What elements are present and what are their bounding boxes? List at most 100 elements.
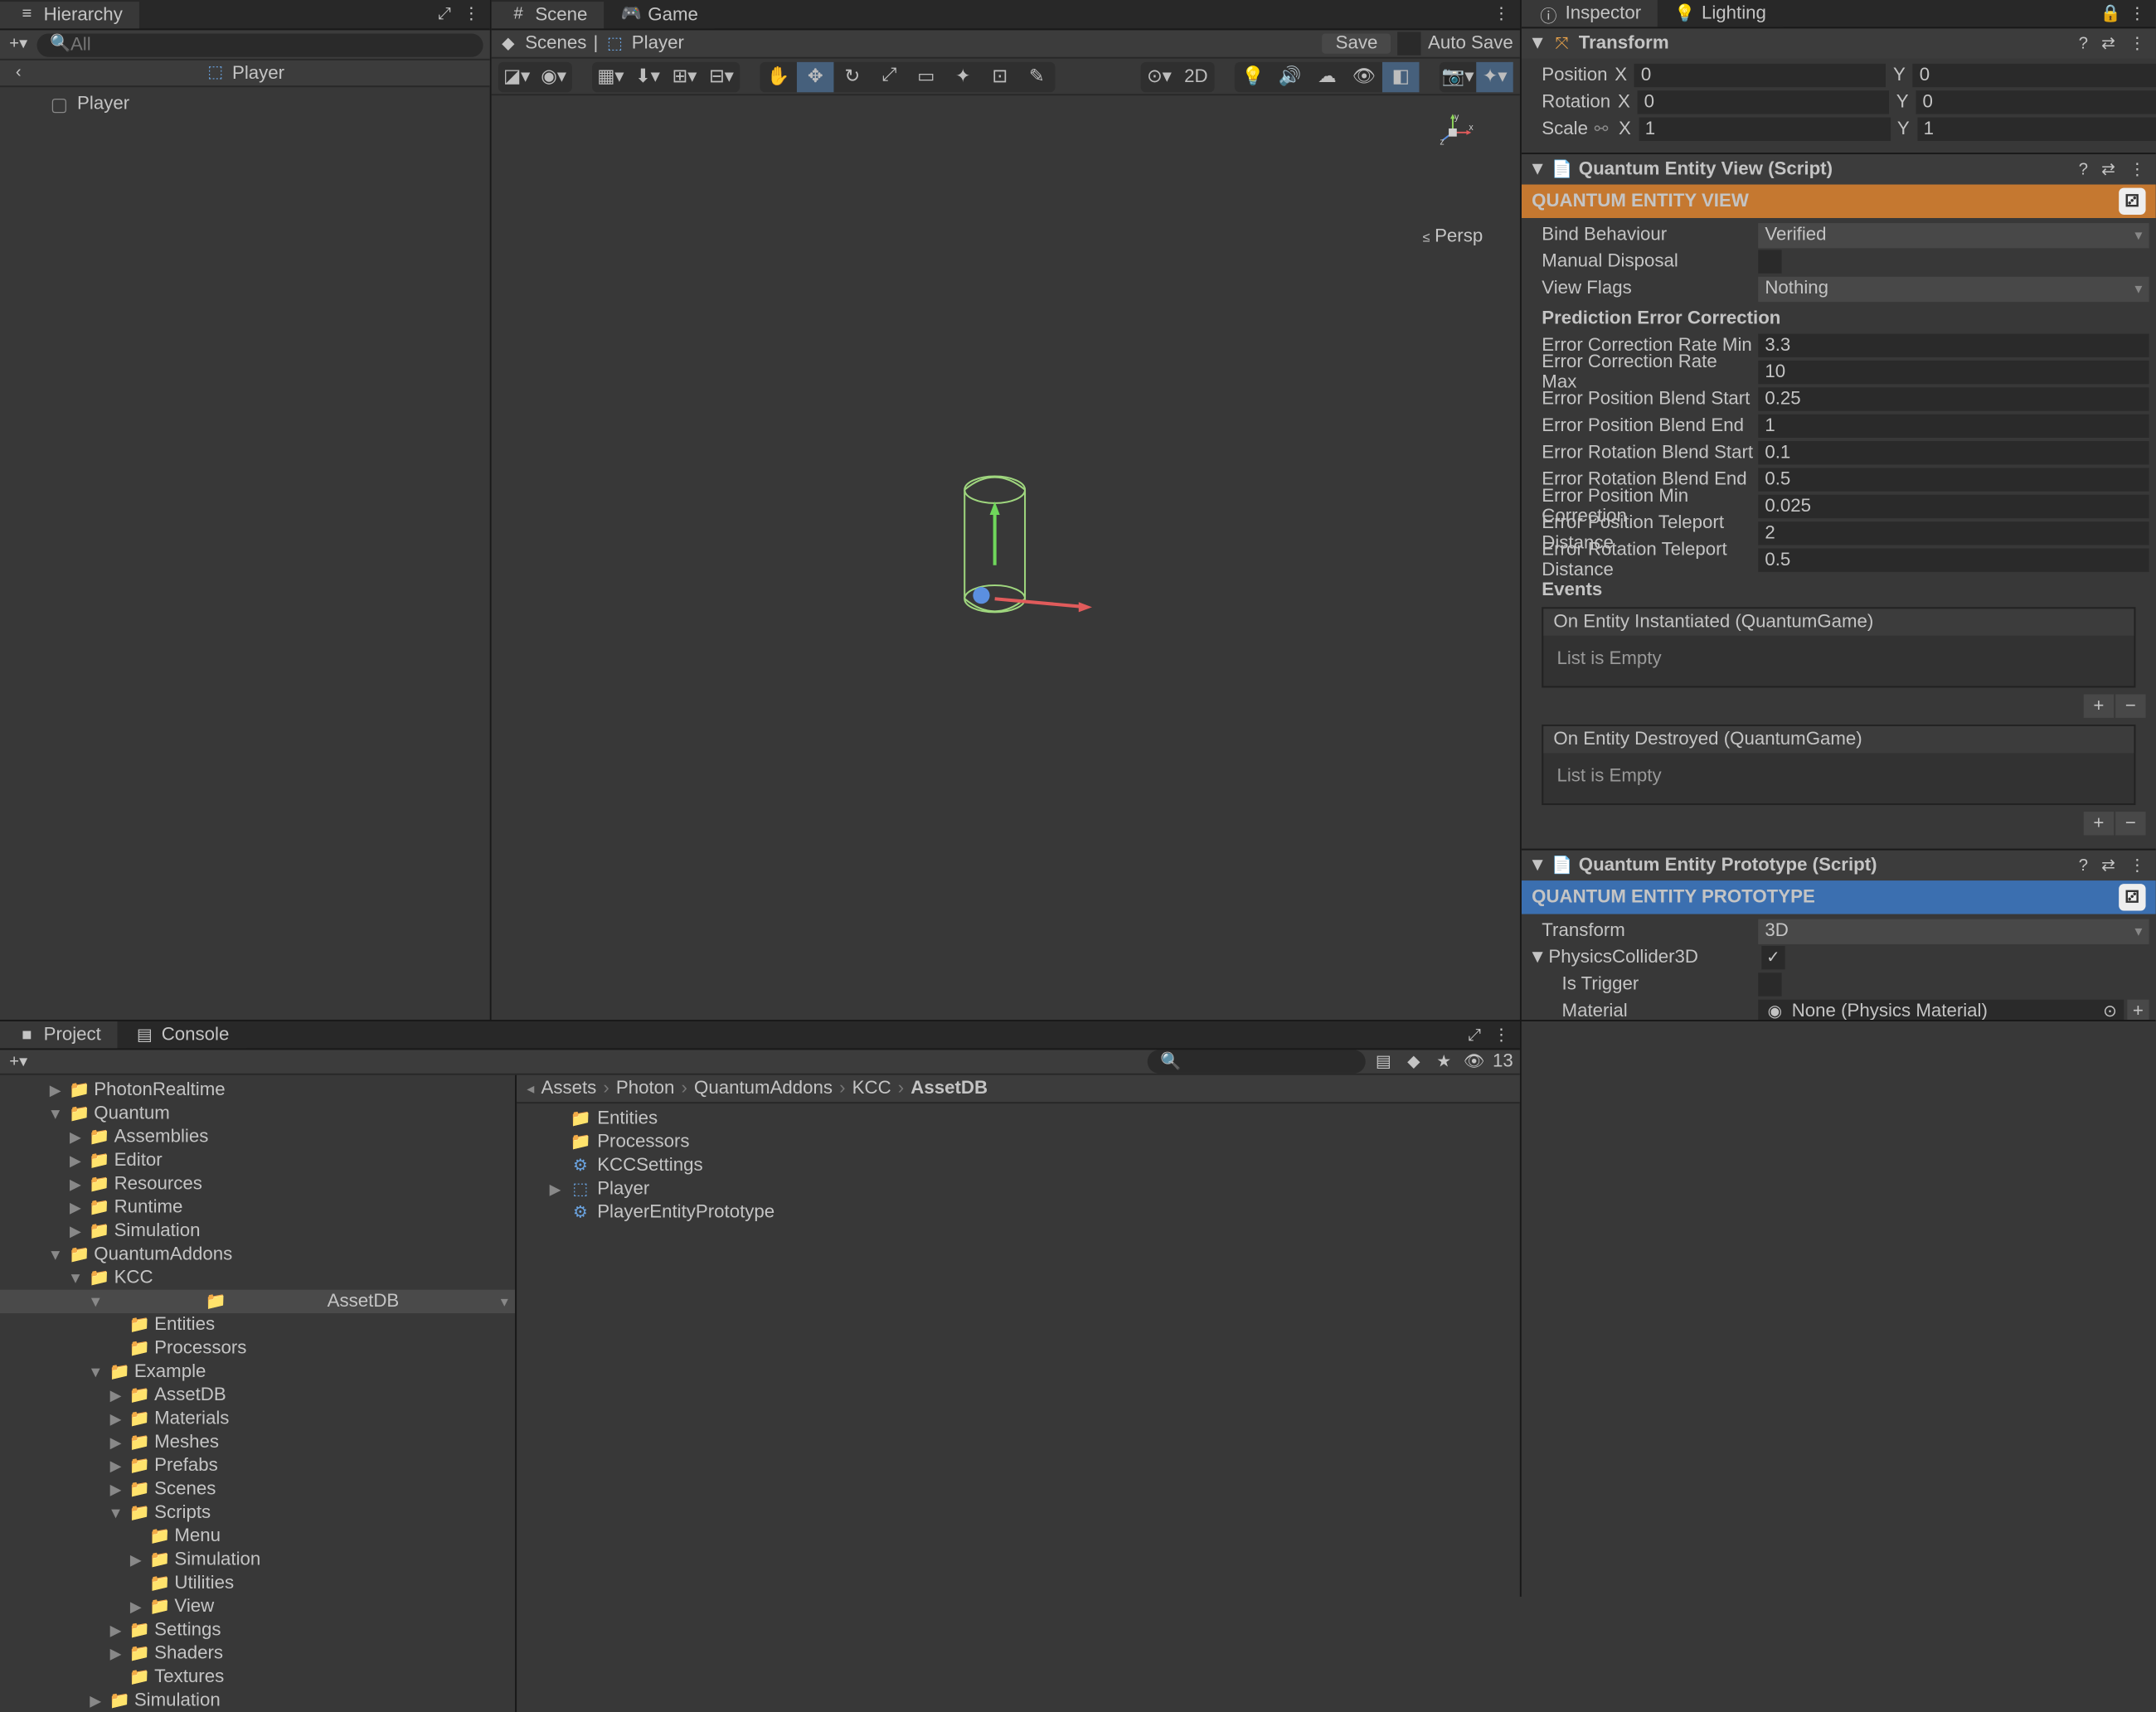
project-breadcrumb[interactable]: ◂ Assets› Photon› QuantumAddons› KCC› As… xyxy=(517,1075,1520,1103)
project-tree[interactable]: ▶📁PhotonRealtime ▼📁Quantum ▶📁Assemblies … xyxy=(0,1075,517,1712)
2d-button[interactable]: 2D xyxy=(1178,61,1215,91)
filter-type-icon[interactable]: ▤ xyxy=(1372,1050,1395,1073)
hierarchy-search[interactable]: 🔍 xyxy=(37,32,483,56)
list-item[interactable]: ⚙PlayerEntityPrototype xyxy=(517,1200,1520,1224)
preset-icon[interactable]: ⇄ xyxy=(2098,856,2119,875)
add-button[interactable]: +▾ xyxy=(7,1050,30,1073)
hand-tool[interactable]: ✋ xyxy=(760,61,797,91)
gizmos-button[interactable]: ✦▾ xyxy=(1476,61,1513,91)
add-button[interactable]: + xyxy=(2127,1000,2149,1020)
light-toggle[interactable]: 💡 xyxy=(1235,61,1272,91)
hidden-icon[interactable]: 👁 xyxy=(1463,1050,1486,1073)
ecrmin-input[interactable] xyxy=(1758,334,2149,357)
hierarchy-item-player[interactable]: ▢ Player xyxy=(0,90,490,117)
scale-y-input[interactable] xyxy=(1916,118,2155,141)
eptd-input[interactable] xyxy=(1758,521,2149,545)
maximize-icon[interactable]: ⤢ xyxy=(433,2,456,26)
pos-y-input[interactable] xyxy=(1913,64,2156,87)
menu-icon[interactable]: ⋮ xyxy=(2125,856,2149,875)
hierarchy-search-input[interactable] xyxy=(70,34,469,54)
menu-icon[interactable]: ⋮ xyxy=(1489,2,1513,26)
scene-viewport[interactable]: y x z ≤ Persp xyxy=(492,95,1520,1020)
bind-select[interactable]: Verified xyxy=(1758,222,2149,247)
material-field[interactable]: ◉None (Physics Material)⊙ xyxy=(1758,999,2124,1020)
custom-tool-2[interactable]: ✎ xyxy=(1018,61,1056,91)
menu-icon[interactable]: ⋮ xyxy=(2125,2,2149,25)
list-item[interactable]: ⚙KCCSettings xyxy=(517,1154,1520,1177)
dice-icon[interactable]: ⚂ xyxy=(2119,188,2145,215)
erbs-input[interactable] xyxy=(1758,441,2149,464)
menu-icon[interactable]: ⋮ xyxy=(2125,160,2149,178)
project-search[interactable]: 🔍 xyxy=(1147,1050,1365,1073)
autosave-checkbox[interactable] xyxy=(1398,32,1421,55)
remove-event-button[interactable]: − xyxy=(2115,695,2145,718)
maximize-icon[interactable]: ⤢ xyxy=(1463,1023,1486,1046)
istrigger-checkbox[interactable] xyxy=(1758,972,1781,996)
hierarchy-breadcrumb[interactable]: ‹ ⬚ Player xyxy=(0,61,490,87)
fold-icon[interactable]: ▼ xyxy=(1528,159,1545,179)
epbs-input[interactable] xyxy=(1758,387,2149,410)
lock-icon[interactable]: 🔒 xyxy=(2099,2,2122,25)
menu-icon[interactable]: ⋮ xyxy=(2125,34,2149,52)
list-item[interactable]: ▶⬚Player xyxy=(517,1177,1520,1200)
draw-mode-button[interactable]: ◪▾ xyxy=(498,61,536,91)
fold-icon[interactable]: ▼ xyxy=(1528,948,1545,968)
transform-tool[interactable]: ✦ xyxy=(944,61,982,91)
dice-icon[interactable]: ⚂ xyxy=(2119,884,2145,910)
pivot-button[interactable]: ⊙▾ xyxy=(1141,61,1178,91)
pos-x-input[interactable] xyxy=(1634,64,1886,87)
epmc-input[interactable] xyxy=(1758,495,2149,518)
scale-x-input[interactable] xyxy=(1639,118,1890,141)
increment-button[interactable]: ⊞▾ xyxy=(666,61,703,91)
epbe-input[interactable] xyxy=(1758,415,2149,438)
help-icon[interactable]: ? xyxy=(2076,856,2091,875)
preset-icon[interactable]: ⇄ xyxy=(2098,160,2119,178)
picker-icon[interactable]: ⊙ xyxy=(2103,1002,2117,1020)
back-icon[interactable]: ‹ xyxy=(7,61,30,85)
menu-icon[interactable]: ⋮ xyxy=(1489,1023,1513,1046)
scene-tab[interactable]: # Scene xyxy=(492,1,605,27)
project-search-input[interactable] xyxy=(1181,1051,1352,1071)
fold-icon[interactable]: ▼ xyxy=(1528,33,1545,53)
grid-button[interactable]: ▦▾ xyxy=(592,61,629,91)
snap-settings-button[interactable]: ⊟▾ xyxy=(703,61,741,91)
visibility-toggle[interactable]: 👁 xyxy=(1345,61,1382,91)
scale-tool[interactable]: ⤢ xyxy=(871,61,908,91)
help-icon[interactable]: ? xyxy=(2076,160,2091,178)
list-item[interactable]: 📁Entities xyxy=(517,1107,1520,1130)
snap-button[interactable]: ⬇▾ xyxy=(629,61,667,91)
pc3d-checkbox[interactable]: ✓ xyxy=(1761,946,1785,969)
fold-icon[interactable]: ▼ xyxy=(1528,856,1545,875)
list-item[interactable]: 📁Processors xyxy=(517,1131,1520,1154)
inspector-tab[interactable]: ⓘ Inspector xyxy=(1522,0,1658,27)
erbe-input[interactable] xyxy=(1758,468,2149,491)
lighting-tab[interactable]: 💡 Lighting xyxy=(1658,0,1783,27)
preset-icon[interactable]: ⇄ xyxy=(2098,34,2119,52)
move-tool[interactable]: ✥ xyxy=(797,61,834,91)
filter-label-icon[interactable]: ◆ xyxy=(1402,1050,1425,1073)
rect-tool[interactable]: ▭ xyxy=(907,61,944,91)
shading-mode-button[interactable]: ◉▾ xyxy=(535,61,572,91)
add-button[interactable]: +▾ xyxy=(7,32,30,56)
audio-toggle[interactable]: 🔊 xyxy=(1271,61,1309,91)
link-icon[interactable]: ⚯ xyxy=(1591,119,1611,139)
crumb-scenes[interactable]: Scenes xyxy=(525,33,586,53)
project-file-list[interactable]: 📁Entities 📁Processors ⚙KCCSettings ▶⬚Pla… xyxy=(517,1103,1520,1712)
camera-button[interactable]: 📷▾ xyxy=(1440,61,1477,91)
filter-fav-icon[interactable]: ★ xyxy=(1432,1050,1455,1073)
manual-checkbox[interactable] xyxy=(1758,250,1781,273)
layers-toggle[interactable]: ◧ xyxy=(1382,61,1420,91)
crumb-player[interactable]: Player xyxy=(632,33,684,53)
rotate-tool[interactable]: ↻ xyxy=(833,61,871,91)
game-tab[interactable]: 🎮 Game xyxy=(605,1,715,27)
flags-select[interactable]: Nothing xyxy=(1758,276,2149,301)
help-icon[interactable]: ? xyxy=(2076,34,2091,52)
rot-x-input[interactable] xyxy=(1637,90,1888,114)
projection-label[interactable]: ≤ Persp xyxy=(1423,226,1483,246)
remove-event-button[interactable]: − xyxy=(2115,812,2145,835)
qep-transform-select[interactable]: 3D xyxy=(1758,919,2149,943)
ertd-input[interactable] xyxy=(1758,549,2149,572)
ecrmax-input[interactable] xyxy=(1758,361,2149,384)
rot-y-input[interactable] xyxy=(1916,90,2155,114)
add-event-button[interactable]: + xyxy=(2084,695,2114,718)
